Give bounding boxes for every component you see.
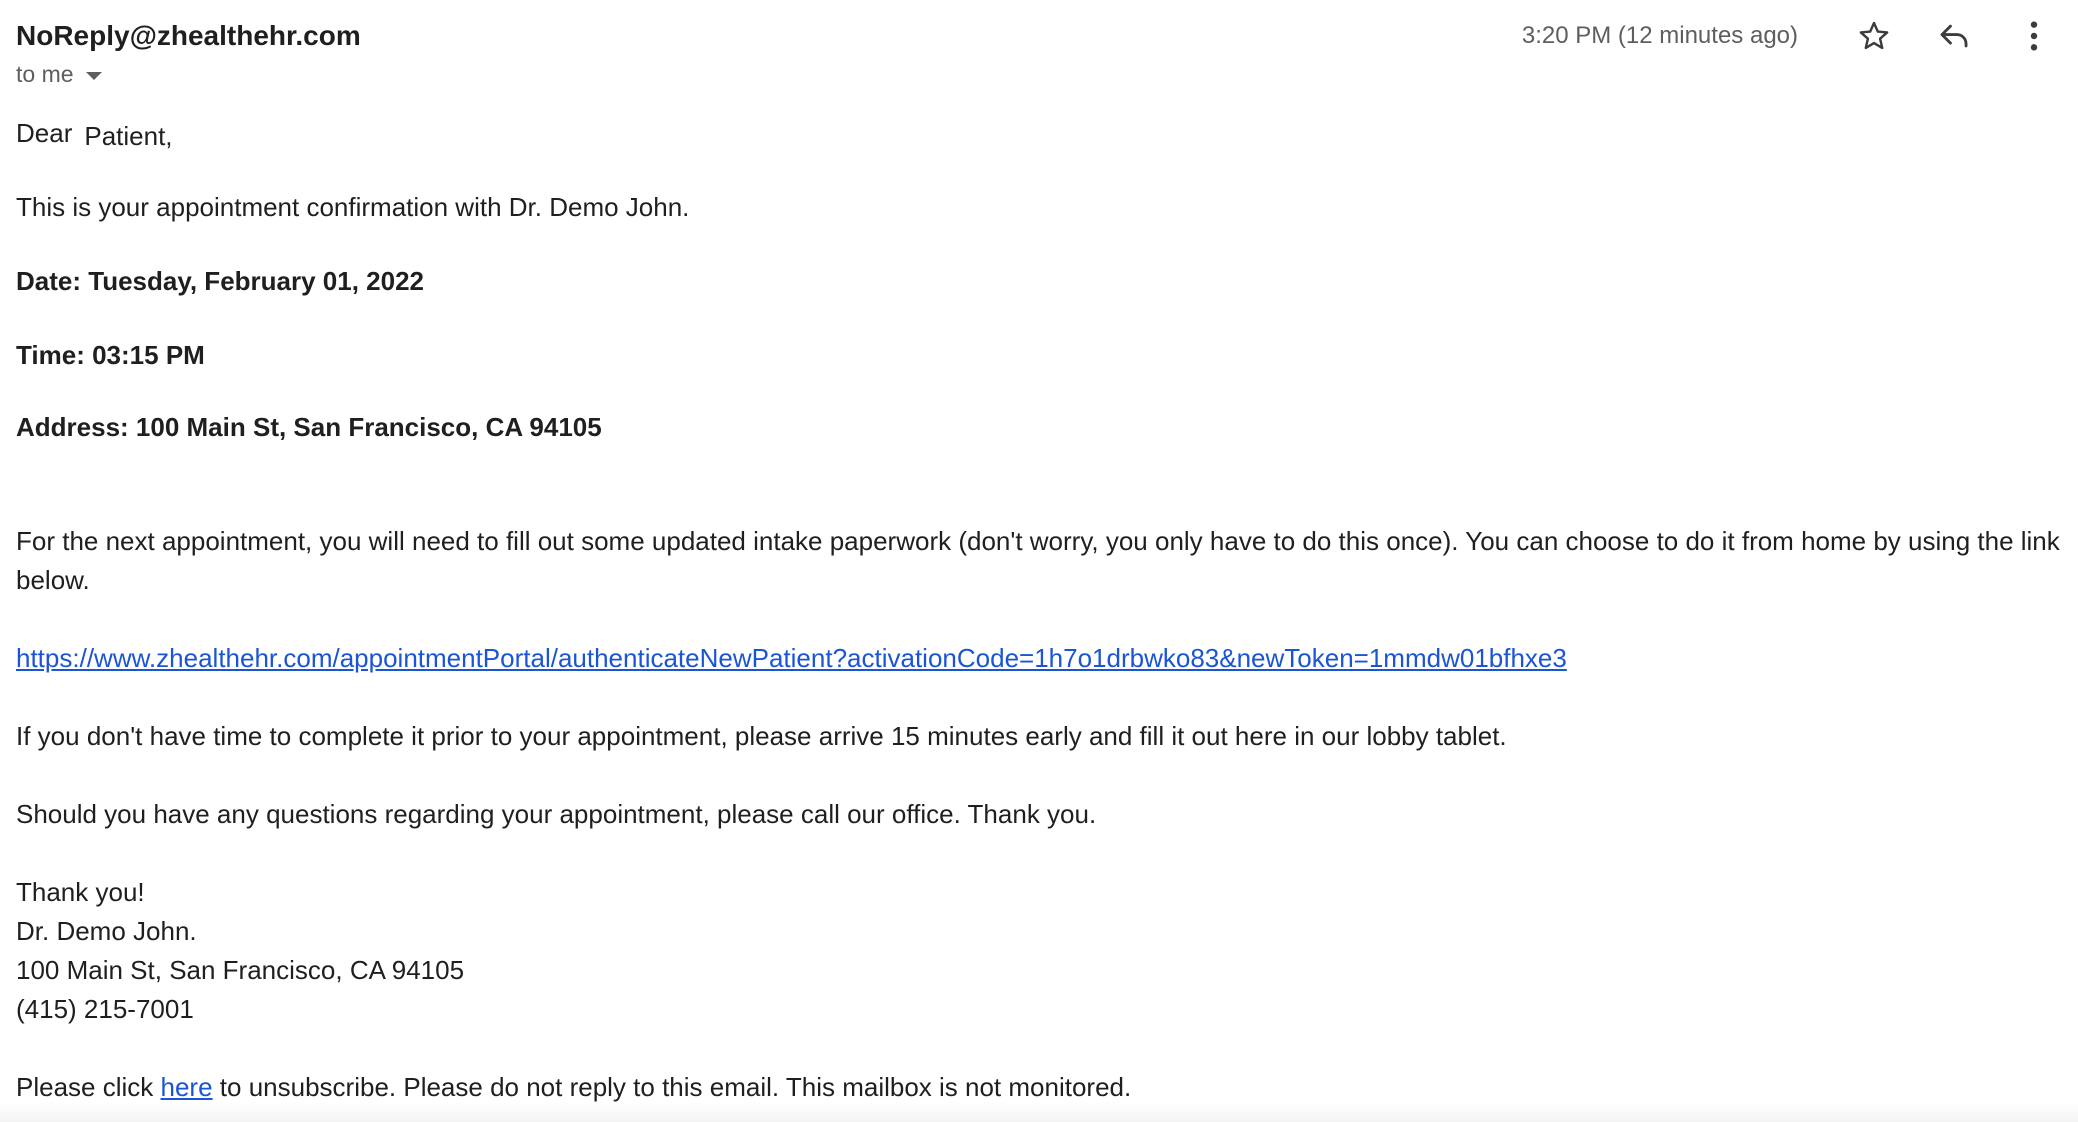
greeting-word: Dear: [16, 118, 73, 148]
recipient-details-toggle[interactable]: to me: [16, 56, 102, 92]
appointment-time: Time: 03:15 PM: [16, 340, 205, 370]
signature: Thank you! Dr. Demo John. 100 Main St, S…: [16, 873, 2066, 1029]
star-button[interactable]: [1842, 12, 1906, 60]
confirmation-text: This is your appointment confirmation wi…: [16, 192, 690, 222]
paperwork-text: For the next appointment, you will need …: [16, 526, 2060, 595]
portal-link[interactable]: https://www.zhealthehr.com/appointmentPo…: [16, 643, 1567, 673]
unsubscribe-prefix: Please click: [16, 1072, 154, 1102]
signature-thanks: Thank you!: [16, 877, 145, 907]
caret-down-icon: [85, 71, 102, 80]
reply-button[interactable]: [1922, 12, 1986, 60]
portal-link-paragraph: https://www.zhealthehr.com/appointmentPo…: [16, 639, 2066, 678]
signature-address: 100 Main St, San Francisco, CA 94105: [16, 955, 465, 985]
appointment-date: Date: Tuesday, February 01, 2022: [16, 266, 425, 296]
email-timestamp: 3:20 PM (12 minutes ago): [1521, 22, 1798, 49]
email-body: Dear Patient, This is your appointment co…: [16, 112, 2066, 1107]
greeting-name: Patient,: [84, 121, 173, 151]
email-header-left: NoReply@zhealthehr.com to me: [16, 16, 361, 92]
more-options-button[interactable]: [2002, 12, 2066, 60]
email-header-actions: 3:20 PM (12 minutes ago): [1522, 12, 2066, 60]
unsubscribe-link[interactable]: here: [161, 1072, 213, 1102]
early-arrival-text: If you don't have time to complete it pr…: [16, 721, 1507, 751]
greeting: Dear Patient,: [16, 114, 2066, 153]
recipient-label: to me: [16, 61, 74, 87]
questions-text: Should you have any questions regarding …: [16, 799, 1097, 829]
signature-name: Dr. Demo John.: [16, 916, 197, 946]
email-view: NoReply@zhealthehr.com to me 3:20 PM (12…: [0, 0, 2078, 1122]
appointment-address: Address: 100 Main St, San Francisco, CA …: [16, 412, 602, 442]
star-icon: [1859, 21, 1889, 50]
bottom-shadow: [0, 1102, 2078, 1122]
reply-icon: [1940, 24, 1968, 48]
signature-phone: (415) 215-7001: [16, 994, 194, 1024]
more-vert-icon: [2030, 21, 2038, 51]
unsubscribe-suffix: to unsubscribe. Please do not reply to t…: [219, 1072, 1132, 1102]
sender-name[interactable]: NoReply@zhealthehr.com: [16, 16, 361, 56]
